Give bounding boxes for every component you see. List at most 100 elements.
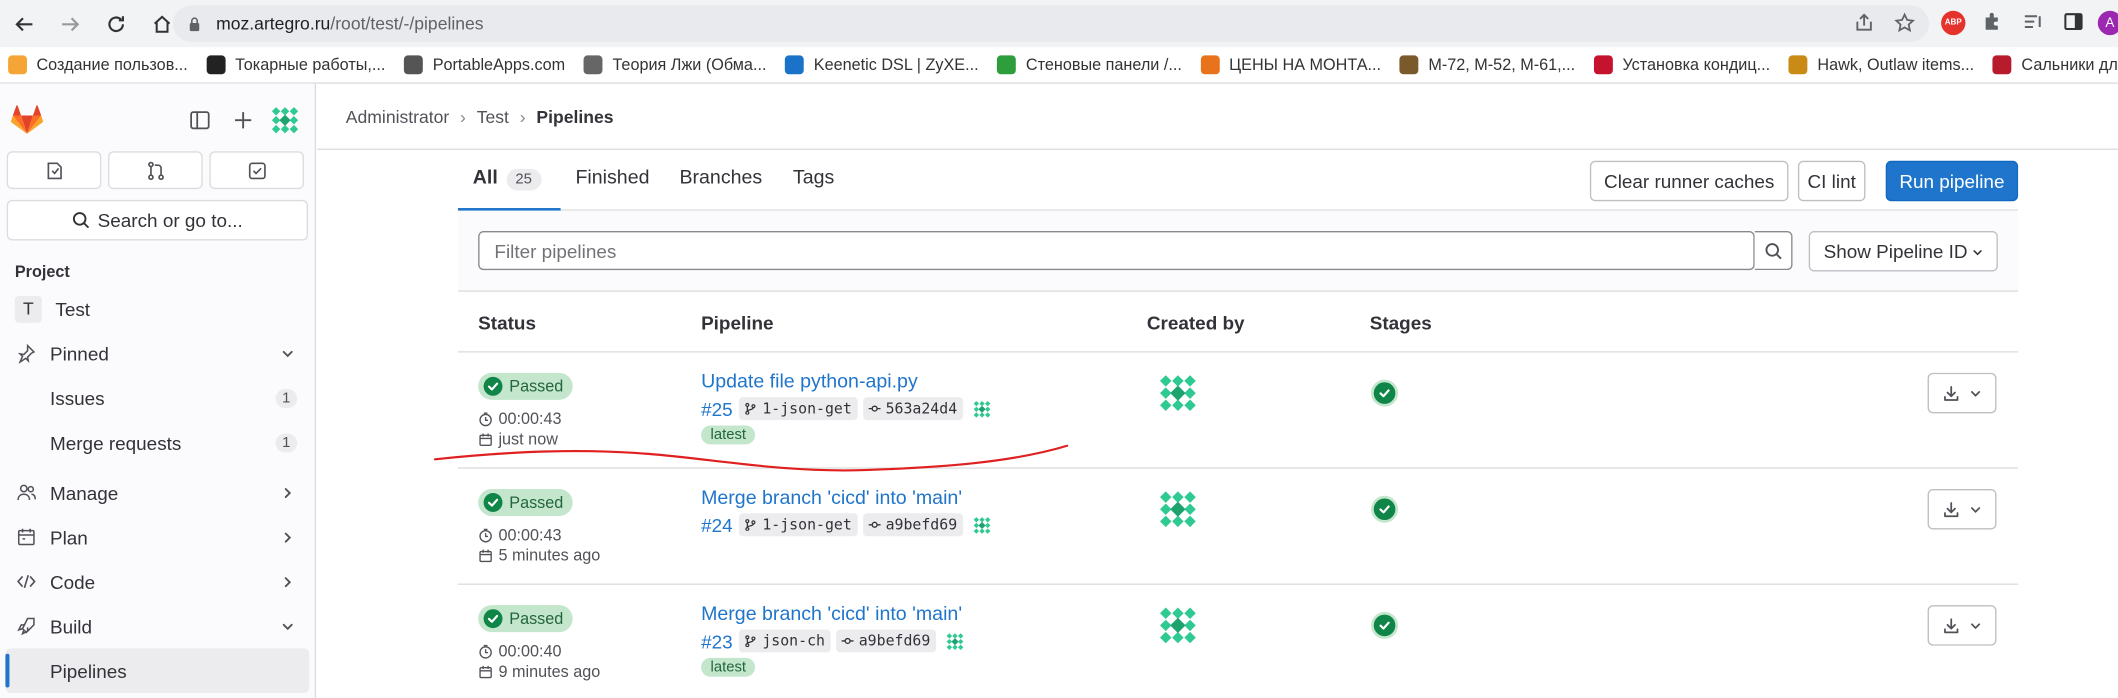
- breadcrumb-separator: ›: [460, 106, 466, 127]
- user-avatar[interactable]: [270, 105, 300, 135]
- finished-time: just now: [478, 430, 558, 448]
- forward-icon[interactable]: [57, 10, 84, 37]
- merge-requests-button[interactable]: [108, 151, 203, 190]
- tab-finished[interactable]: Finished: [575, 167, 649, 189]
- plus-icon[interactable]: [232, 109, 254, 131]
- stage-passed-icon[interactable]: [1371, 379, 1399, 407]
- sidebar-item-code[interactable]: Code: [0, 559, 315, 604]
- sidebar-item-merge-requests[interactable]: Merge requests 1: [0, 420, 315, 465]
- run-pipeline-button[interactable]: Run pipeline: [1885, 160, 2019, 202]
- sidebar-item-pinned[interactable]: Pinned: [0, 331, 315, 376]
- profile-avatar[interactable]: A: [2097, 10, 2118, 36]
- reload-icon[interactable]: [103, 10, 130, 37]
- pipeline-title-link[interactable]: Merge branch 'cicd' into 'main': [701, 488, 962, 510]
- bookmark-item[interactable]: Keenetic DSL | ZyXE...: [785, 55, 979, 75]
- sidebar-item-build[interactable]: Build: [0, 604, 315, 649]
- status-badge[interactable]: Passed: [478, 488, 573, 517]
- bookmark-item[interactable]: Hawk, Outlaw items...: [1789, 55, 1974, 75]
- stage-passed-icon[interactable]: [1371, 495, 1399, 523]
- back-icon[interactable]: [11, 10, 38, 37]
- chevron-down-icon: [280, 345, 296, 361]
- latest-badge: latest: [701, 425, 756, 445]
- pipeline-id-link[interactable]: #24: [701, 514, 733, 536]
- main-content: Administrator › Test › Pipelines All 25 F…: [317, 84, 2118, 698]
- commit-chip[interactable]: a9befd69: [862, 513, 963, 537]
- reading-list-icon[interactable]: [2022, 11, 2044, 33]
- branch-icon: [745, 403, 757, 415]
- artifacts-download-dropdown[interactable]: [1927, 605, 1997, 646]
- commit-chip[interactable]: 563a24d4: [862, 397, 963, 421]
- address-bar[interactable]: moz.artegro.ru/root/test/-/pipelines: [172, 5, 1929, 42]
- pipeline-id-link[interactable]: #23: [701, 630, 733, 652]
- sidebar-item-project[interactable]: T Test: [0, 286, 315, 331]
- commit-author-avatar[interactable]: [972, 399, 991, 418]
- pipeline-title-link[interactable]: Update file python-api.py: [701, 371, 918, 393]
- url-text: moz.artegro.ru/root/test/-/pipelines: [216, 13, 484, 34]
- todo-list-button[interactable]: [209, 151, 304, 190]
- breadcrumb-item-administrator[interactable]: Administrator: [346, 106, 449, 126]
- breadcrumb-item-test[interactable]: Test: [477, 106, 509, 126]
- adblock-icon[interactable]: ABP: [1941, 10, 1966, 36]
- bookmark-item[interactable]: Создание пользов...: [8, 55, 188, 75]
- show-pipeline-id-dropdown[interactable]: Show Pipeline ID: [1808, 230, 1998, 272]
- commit-chip[interactable]: a9befd69: [835, 629, 936, 653]
- tab-tags[interactable]: Tags: [793, 167, 834, 189]
- bookmark-item[interactable]: Теория Лжи (Обма...: [584, 55, 766, 75]
- bookmark-item[interactable]: PortableApps.com: [404, 55, 565, 75]
- branch-chip[interactable]: json-ch: [739, 629, 831, 653]
- duration: 00:00:40: [478, 642, 562, 661]
- chevron-right-icon: [280, 484, 296, 500]
- commit-author-avatar[interactable]: [945, 631, 964, 650]
- pipeline-meta: #25 1-json-get 563a24d4: [701, 397, 991, 421]
- sidebar-item-plan[interactable]: Plan: [0, 515, 315, 560]
- assigned-issues-button[interactable]: [6, 151, 102, 190]
- extensions-icon[interactable]: [1982, 11, 2004, 33]
- bookmark-favicon-icon: [785, 55, 805, 75]
- filter-search-button[interactable]: [1754, 230, 1793, 271]
- bookmark-item[interactable]: Сальники для отеч...: [1993, 55, 2118, 75]
- ci-lint-button[interactable]: CI lint: [1797, 160, 1866, 202]
- sidebar-item-manage[interactable]: Manage: [0, 470, 315, 515]
- side-panel-icon[interactable]: [2063, 11, 2085, 33]
- search-button[interactable]: Search or go to...: [6, 199, 308, 241]
- filter-pipelines-input[interactable]: Filter pipelines: [478, 230, 1755, 271]
- branch-chip[interactable]: 1-json-get: [739, 513, 858, 537]
- clock-icon: [478, 527, 493, 542]
- bookmark-item[interactable]: ЦЕНЫ НА МОНТА...: [1200, 55, 1381, 75]
- bookmark-item[interactable]: М-72, М-52, М-61,...: [1399, 55, 1575, 75]
- bookmark-item[interactable]: Токарные работы,...: [206, 55, 385, 75]
- gitlab-logo-icon[interactable]: [11, 105, 44, 135]
- clear-runner-caches-button[interactable]: Clear runner caches: [1589, 160, 1789, 202]
- bookmark-item[interactable]: Стеновые панели /...: [997, 55, 1182, 75]
- success-icon: [483, 376, 503, 396]
- bookmark-item[interactable]: Установка кондиц...: [1594, 55, 1770, 75]
- share-icon[interactable]: [1853, 12, 1875, 34]
- rocket-icon: [15, 615, 37, 637]
- creator-avatar[interactable]: [1158, 489, 1199, 530]
- tab-all[interactable]: All 25: [473, 167, 542, 191]
- calendar-icon: [478, 664, 493, 679]
- creator-avatar[interactable]: [1158, 373, 1199, 414]
- commit-author-avatar[interactable]: [972, 515, 991, 534]
- table-row: Passed 00:00:43 5 minutes ago Merge bran…: [457, 469, 2019, 585]
- status-badge[interactable]: Passed: [478, 372, 573, 400]
- chevron-down-icon: [1967, 618, 1982, 633]
- status-badge[interactable]: Passed: [478, 605, 573, 633]
- stage-passed-icon[interactable]: [1371, 611, 1399, 639]
- header-created-by: Created by: [1146, 312, 1245, 334]
- site-info-icon[interactable]: [186, 16, 202, 32]
- home-icon[interactable]: [149, 10, 176, 37]
- creator-avatar[interactable]: [1158, 605, 1199, 646]
- bookmark-star-icon[interactable]: [1894, 12, 1916, 34]
- sidebar-toggle-icon[interactable]: [189, 109, 211, 131]
- sidebar-item-issues[interactable]: Issues 1: [0, 376, 315, 421]
- calendar-icon: [478, 548, 493, 563]
- pipeline-id-link[interactable]: #25: [701, 398, 733, 420]
- artifacts-download-dropdown[interactable]: [1927, 372, 1997, 414]
- pipeline-title-link[interactable]: Merge branch 'cicd' into 'main': [701, 604, 962, 626]
- artifacts-download-dropdown[interactable]: [1927, 488, 1997, 530]
- tab-branches[interactable]: Branches: [679, 167, 762, 189]
- sidebar-item-pipelines[interactable]: Pipelines: [5, 648, 310, 693]
- branch-chip[interactable]: 1-json-get: [739, 397, 858, 421]
- bookmark-favicon-icon: [1993, 55, 2012, 75]
